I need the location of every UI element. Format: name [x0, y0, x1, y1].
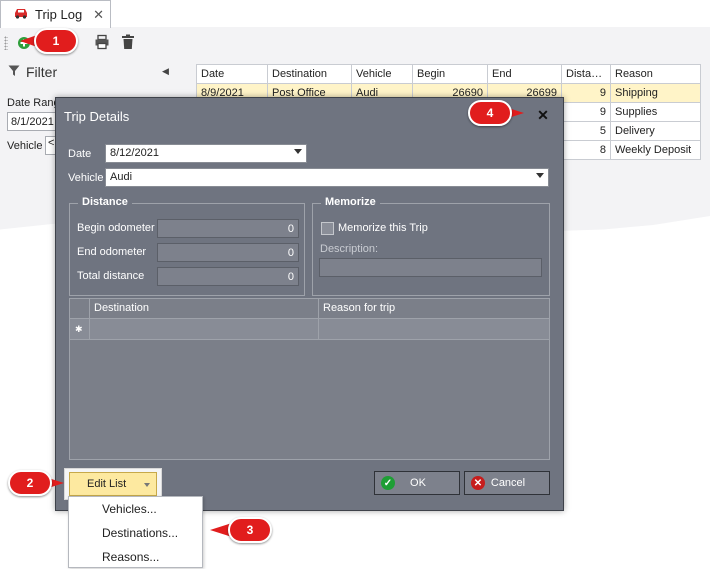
close-icon[interactable]: ✕ — [532, 107, 554, 125]
edit-list-label: Edit List — [87, 478, 127, 490]
menu-item-vehicles[interactable]: Vehicles... — [69, 497, 202, 521]
table-cell: 8 — [561, 140, 611, 160]
new-row-reason-cell[interactable] — [319, 319, 549, 340]
delete-button[interactable] — [118, 33, 138, 53]
printer-icon — [94, 34, 110, 53]
column-header-end[interactable]: End — [487, 64, 562, 84]
new-row-marker-icon: ✱ — [70, 319, 90, 340]
tab-trip-log[interactable]: Trip Log ✕ — [0, 0, 111, 28]
column-header-vehicle[interactable]: Vehicle — [351, 64, 413, 84]
column-header-reason[interactable]: Reason — [610, 64, 701, 84]
column-header-destination-trip[interactable]: Destination — [90, 299, 319, 319]
memorize-checkbox[interactable] — [321, 222, 334, 235]
memorize-legend: Memorize — [321, 196, 380, 208]
column-header-date[interactable]: Date — [196, 64, 268, 84]
column-header-begin[interactable]: Begin — [412, 64, 488, 84]
begin-odometer-input[interactable]: 0 — [157, 219, 299, 238]
trip-log-header-row: Date Destination Vehicle Begin End Dista… — [196, 64, 701, 84]
menu-item-destinations[interactable]: Destinations... — [69, 521, 202, 545]
collapse-left-icon[interactable]: ◀ — [162, 66, 169, 77]
vehicle-select[interactable]: Audi — [105, 168, 549, 187]
distance-legend: Distance — [78, 196, 132, 208]
check-icon: ✓ — [381, 476, 395, 490]
print-button[interactable] — [92, 33, 112, 53]
date-label: Date — [68, 148, 92, 160]
ok-button[interactable]: ✓ OK — [374, 471, 460, 495]
callout-badge: 4 — [468, 100, 512, 126]
filter-title: Filter — [26, 64, 58, 80]
table-cell: 9 — [561, 102, 611, 122]
total-distance-input: 0 — [157, 267, 299, 286]
table-cell: 5 — [561, 121, 611, 141]
filter-vehicle-value: < — [48, 137, 55, 149]
callout-1: 1 — [20, 28, 78, 54]
column-header-reason-trip[interactable]: Reason for trip — [319, 299, 549, 319]
car-icon — [13, 7, 29, 22]
vehicle-label: Vehicle — [68, 172, 104, 184]
edit-list-button[interactable]: Edit List — [69, 472, 157, 496]
tab-title: Trip Log — [35, 7, 83, 22]
callout-4: 4 — [468, 100, 524, 126]
description-input[interactable] — [319, 258, 542, 277]
funnel-icon — [8, 64, 20, 80]
date-range-input[interactable]: 8/1/2021 — [7, 112, 57, 131]
table-cell: Shipping — [610, 83, 701, 103]
cancel-button-label: Cancel — [490, 477, 526, 489]
new-row-destination-cell[interactable] — [90, 319, 319, 340]
menu-item-reasons[interactable]: Reasons... — [69, 545, 202, 569]
callout-3: 3 — [210, 517, 272, 543]
vehicle-value: Audi — [110, 171, 133, 183]
chevron-down-icon[interactable] — [536, 173, 544, 178]
filter-vehicle-label: Vehicle — [7, 140, 43, 152]
column-header-distance[interactable]: Distan... — [561, 64, 611, 84]
table-cell: 9 — [561, 83, 611, 103]
date-value: 8/12/2021 — [110, 147, 159, 159]
destination-grid[interactable]: Destination Reason for trip ✱ — [69, 298, 550, 460]
trash-icon — [121, 34, 135, 53]
cancel-button[interactable]: ✕ Cancel — [464, 471, 550, 495]
filter-header[interactable]: Filter — [8, 64, 57, 80]
edit-list-menu: Vehicles... Destinations... Reasons... — [68, 496, 203, 568]
description-label: Description: — [320, 243, 379, 255]
total-distance-label: Total distance — [77, 270, 145, 282]
dialog-title: Trip Details — [64, 109, 130, 124]
table-cell: Delivery — [610, 121, 701, 141]
column-header-destination[interactable]: Destination — [267, 64, 352, 84]
toolbar-grip[interactable] — [4, 36, 8, 50]
begin-odometer-label: Begin odometer — [77, 222, 155, 234]
memorize-checkbox-label[interactable]: Memorize this Trip — [338, 222, 428, 234]
callout-2: 2 — [8, 470, 64, 496]
end-odometer-label: End odometer — [77, 246, 147, 258]
end-odometer-input[interactable]: 0 — [157, 243, 299, 262]
chevron-down-icon[interactable] — [294, 149, 302, 154]
callout-badge: 3 — [228, 517, 272, 543]
trip-details-dialog: Trip Details ✕ Date 8/12/2021 Vehicle Au… — [55, 97, 564, 511]
date-picker[interactable]: 8/12/2021 — [105, 144, 307, 163]
cancel-icon: ✕ — [471, 476, 485, 490]
row-indicator-header — [70, 299, 90, 319]
callout-badge: 1 — [34, 28, 78, 54]
chevron-down-icon — [144, 483, 150, 487]
callout-badge: 2 — [8, 470, 52, 496]
table-cell: Weekly Deposit — [610, 140, 701, 160]
table-cell: Supplies — [610, 102, 701, 122]
tab-close-icon[interactable]: ✕ — [93, 7, 104, 23]
ok-button-label: OK — [410, 477, 426, 489]
